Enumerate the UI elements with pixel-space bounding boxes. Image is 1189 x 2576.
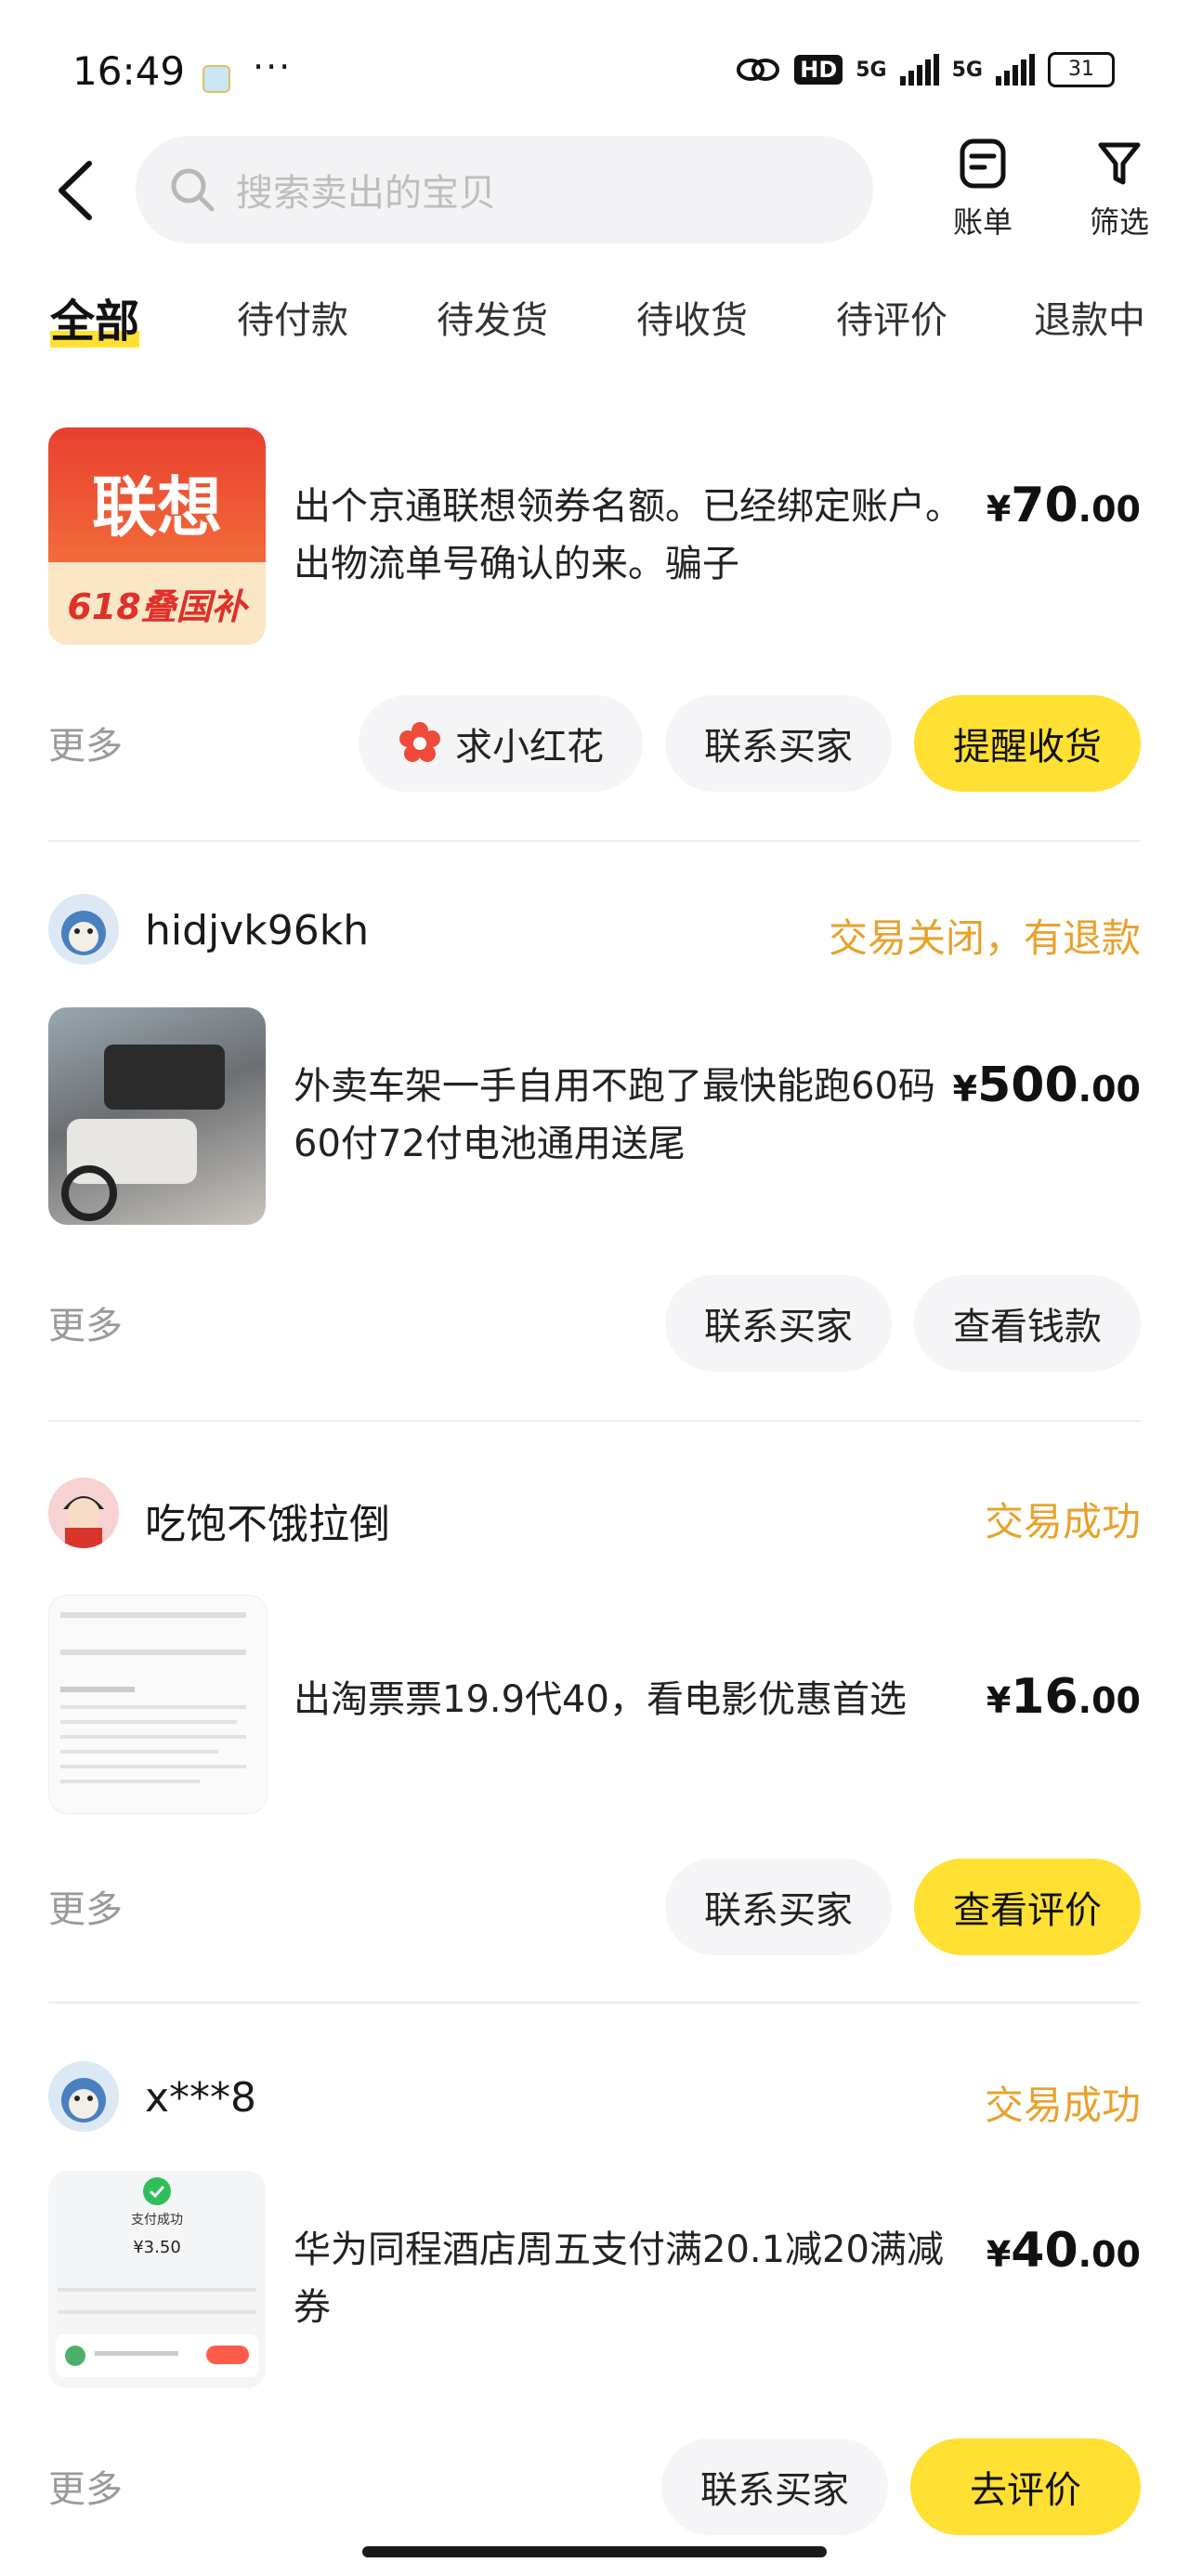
avatar (48, 2061, 119, 2132)
more-link[interactable]: 更多 (48, 716, 123, 769)
tab-pending-payment[interactable]: 待付款 (237, 290, 348, 344)
order-price: ¥500.00 (953, 1058, 1141, 1113)
price-decimal: .00 (1078, 1069, 1141, 1110)
top-bar: 搜索卖出的宝贝 账单 筛选 (0, 130, 1189, 251)
order-status: 交易成功 (984, 1499, 1141, 1544)
view-review-button[interactable]: 查看评价 (914, 1859, 1141, 1955)
hd-voice-icon: HD (794, 55, 843, 85)
status-bar: 16:49 ··· HD 5G 5G 31 (0, 0, 1189, 139)
ask-flower-label: 求小红花 (455, 726, 604, 769)
order-actions: 求小红花 联系买家 提醒收货 (359, 695, 1141, 792)
order-status-tabs: 全部 待付款 待发货 待收货 待评价 退款中 (0, 269, 1189, 372)
order-price: ¥16.00 (986, 1669, 1141, 1725)
status-indicators: HD 5G 5G 31 (735, 52, 1115, 87)
order-card[interactable]: 吃饱不饿拉倒 交易成功 出淘票票19.9代40，看电影优惠首选 ¥16.00 更… (48, 1476, 1141, 1996)
view-payment-button[interactable]: 查看钱款 (914, 1275, 1141, 1372)
contact-buyer-button[interactable]: 联系买家 (665, 1859, 892, 1955)
flower-icon (399, 722, 440, 762)
price-integer: 16 (1011, 1669, 1078, 1725)
buyer-name[interactable]: hidjvk96kh (145, 907, 369, 954)
more-link[interactable]: 更多 (48, 2459, 123, 2513)
cartoon-avatar-icon (48, 1478, 119, 1548)
divider (48, 1420, 1141, 1422)
avatar (48, 894, 119, 965)
more-link[interactable]: 更多 (48, 1295, 123, 1349)
order-title: 外卖车架一手自用不跑了最快能跑60码60付72付电池通用送尾 (294, 1065, 935, 1165)
divider (48, 2002, 1141, 2004)
seal-avatar-icon (48, 2061, 119, 2132)
thumb-pay-amount: ¥3.50 (133, 2238, 181, 2257)
write-review-button[interactable]: 去评价 (910, 2438, 1141, 2535)
more-notifications-icon: ··· (253, 46, 293, 87)
home-indicator[interactable] (362, 2546, 827, 2557)
buyer-name[interactable]: 吃饱不饿拉倒 (145, 1491, 390, 1550)
seal-avatar-icon (48, 894, 119, 965)
order-thumbnail: 支付成功 ¥3.50 (48, 2171, 266, 2388)
notification-app-icon (203, 65, 230, 93)
thumb-pay-status: 支付成功 (131, 2213, 183, 2228)
order-actions: 联系买家 去评价 (661, 2438, 1141, 2535)
remind-receipt-button[interactable]: 提醒收货 (914, 695, 1141, 792)
contact-buyer-button[interactable]: 联系买家 (665, 695, 892, 792)
divider (48, 840, 1141, 842)
order-actions: 联系买家 查看钱款 (665, 1275, 1141, 1372)
order-thumbnail: 联想 618叠国补 (48, 427, 266, 645)
price-currency: ¥ (986, 489, 1012, 530)
order-title: 华为同程酒店周五支付满20.1减20满减券 (294, 2228, 944, 2329)
network-type-2: 5G (951, 58, 983, 82)
order-price: ¥70.00 (986, 478, 1141, 533)
order-price: ¥40.00 (986, 2223, 1141, 2279)
search-placeholder: 搜索卖出的宝贝 (236, 172, 496, 215)
price-currency: ¥ (986, 2234, 1012, 2275)
order-thumbnail (48, 1007, 266, 1225)
tab-all-label: 全部 (50, 296, 140, 348)
ask-flower-button[interactable]: 求小红花 (359, 695, 643, 792)
order-card[interactable]: x***8 交易成功 支付成功 ¥3.50 华为同程酒店周五支付满20.1减20… (48, 2059, 1141, 2561)
contact-buyer-button[interactable]: 联系买家 (665, 1275, 892, 1372)
price-currency: ¥ (986, 1680, 1012, 1721)
price-currency: ¥ (952, 1069, 978, 1110)
tab-pending-review[interactable]: 待评价 (836, 290, 947, 344)
bill-button[interactable]: 账单 (932, 138, 1034, 242)
signal-icon (899, 54, 939, 85)
order-status: 交易关闭，有退款 (828, 915, 1141, 961)
order-title: 出个京通联想领券名额。已经绑定账户。出物流单号确认的来。骗子 (294, 485, 962, 585)
order-status: 交易成功 (984, 2083, 1141, 2128)
status-time: 16:49 (72, 48, 186, 94)
filter-label: 筛选 (1089, 204, 1149, 240)
tab-pending-receipt[interactable]: 待收货 (636, 290, 748, 344)
price-integer: 40 (1011, 2223, 1078, 2279)
avatar (48, 1478, 119, 1548)
tab-pending-shipment[interactable]: 待发货 (437, 290, 548, 344)
battery-icon: 31 (1048, 52, 1115, 87)
order-title: 出淘票票19.9代40，看电影优惠首选 (294, 1678, 907, 1721)
bill-label: 账单 (952, 204, 1013, 240)
thumb-promo-text: 618叠国补 (67, 586, 247, 627)
signal-icon-2 (996, 54, 1035, 85)
search-icon (171, 168, 215, 212)
order-thumbnail (48, 1595, 268, 1814)
search-bar[interactable]: 搜索卖出的宝贝 (136, 136, 873, 243)
price-decimal: .00 (1078, 489, 1141, 530)
contact-buyer-button[interactable]: 联系买家 (661, 2438, 888, 2535)
tab-refunding[interactable]: 退款中 (1034, 290, 1145, 344)
order-card[interactable]: 联想 618叠国补 出个京通联想领券名额。已经绑定账户。出物流单号确认的来。骗子… (48, 427, 1141, 799)
price-decimal: .00 (1078, 1680, 1141, 1721)
bill-icon (960, 138, 1006, 189)
more-link[interactable]: 更多 (48, 1879, 123, 1933)
price-integer: 70 (1011, 478, 1078, 533)
price-integer: 500 (977, 1058, 1078, 1113)
back-arrow-icon[interactable] (48, 158, 104, 223)
order-card[interactable]: hidjvk96kh 交易关闭，有退款 外卖车架一手自用不跑了最快能跑60码60… (48, 892, 1141, 1413)
price-decimal: .00 (1078, 2234, 1141, 2275)
link-icon (737, 59, 780, 81)
order-actions: 联系买家 查看评价 (665, 1859, 1141, 1955)
network-type-1: 5G (856, 58, 887, 82)
check-circle-icon (143, 2177, 171, 2205)
thumb-brand-text: 联想 (92, 469, 222, 545)
tab-all[interactable]: 全部 (50, 284, 140, 349)
filter-icon (1098, 142, 1141, 185)
buyer-name[interactable]: x***8 (145, 2074, 256, 2122)
filter-button[interactable]: 筛选 (1068, 138, 1170, 242)
